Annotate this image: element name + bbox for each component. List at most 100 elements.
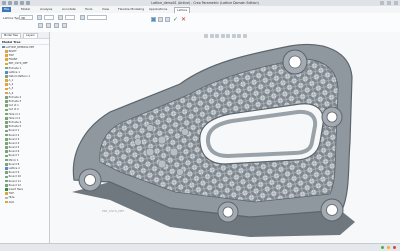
tab-layers[interactable]: Layers xyxy=(23,33,38,38)
tab-view[interactable]: View xyxy=(100,7,111,12)
reference-field[interactable] xyxy=(87,15,107,20)
tab-file[interactable]: File xyxy=(2,7,12,12)
window-title: Lattice_demo01 (Active) - Creo Parametri… xyxy=(151,0,259,5)
preview-icon[interactable] xyxy=(158,17,163,22)
spin-center-icon[interactable] xyxy=(242,34,247,38)
feature-icon xyxy=(5,154,8,158)
window-controls xyxy=(380,1,398,5)
feature-icon xyxy=(5,58,8,61)
tree-item-label: A_1 xyxy=(8,79,14,83)
feature-icon xyxy=(5,192,8,195)
undo-icon[interactable] xyxy=(20,1,24,5)
tree-item-label: Round 11 xyxy=(8,179,21,183)
tree-root-label: LATTICE_DEMO01.PRT xyxy=(5,45,35,49)
tab-analysis[interactable]: Analysis xyxy=(38,7,54,12)
feature-icon xyxy=(5,179,8,183)
tree-item-label: Hide xyxy=(8,196,15,200)
boss-hole-top-right xyxy=(282,49,308,75)
close-icon[interactable] xyxy=(394,1,398,5)
model-tree-panel: Model Tree Layers Model Tree LATTICE_DEM… xyxy=(0,32,50,243)
zoom-in-icon[interactable] xyxy=(209,34,214,38)
pause-icon[interactable] xyxy=(151,17,156,22)
display-style-icon[interactable] xyxy=(231,34,236,38)
status-green-icon xyxy=(381,245,384,249)
tree-item-label: A_4 xyxy=(8,91,14,95)
sidebar-tabs: Model Tree Layers xyxy=(0,32,49,39)
tree-item-label: TOP xyxy=(8,53,14,57)
beam-icon[interactable] xyxy=(58,15,63,20)
feature-icon xyxy=(5,96,8,99)
lattice-cell-icon[interactable] xyxy=(37,15,42,20)
tab-annotate[interactable]: Annotate xyxy=(60,7,78,12)
feature-icon xyxy=(5,121,8,124)
tree-item-label: Lattice 2 xyxy=(8,167,20,171)
maximize-icon[interactable] xyxy=(387,1,391,5)
tab-flexible-modeling[interactable]: Flexible Modeling xyxy=(116,7,146,12)
boss-hole-bottom-right xyxy=(320,198,344,222)
tree-item-label: Cut id 2 xyxy=(8,108,19,112)
tab-model[interactable]: Model xyxy=(19,7,32,12)
feature-icon xyxy=(5,54,8,57)
saved-views-icon[interactable] xyxy=(226,34,230,38)
feature-icon xyxy=(5,91,8,95)
tab-tools[interactable]: Tools xyxy=(83,7,94,12)
zoom-out-icon[interactable] xyxy=(215,34,219,38)
cancel-button[interactable]: ✕ xyxy=(181,16,186,23)
tree-item-label: Round 12 xyxy=(8,183,21,187)
status-red-icon xyxy=(393,245,396,249)
beam-thickness-field[interactable] xyxy=(65,15,75,20)
tree-item-label: Lattice 1 xyxy=(8,70,20,74)
feature-icon xyxy=(5,83,8,87)
feature-icon xyxy=(5,112,8,116)
feature-icon xyxy=(5,75,8,78)
feature-icon xyxy=(5,188,8,191)
tree-item-label: A_3 xyxy=(8,87,14,91)
new-icon[interactable] xyxy=(2,1,6,5)
tree-item-label: Cut id 1 xyxy=(8,104,19,108)
tree-item[interactable]: AQ2 xyxy=(2,200,49,204)
tree-item-label: Extrude 4 xyxy=(8,120,22,124)
cell-size-field[interactable] xyxy=(44,15,54,20)
feature-icon xyxy=(5,116,8,120)
skin-icon[interactable] xyxy=(80,15,85,20)
boss-hole-bottom-middle xyxy=(217,201,239,223)
feature-icon xyxy=(5,158,8,162)
tab-model-tree[interactable]: Model Tree xyxy=(1,33,22,38)
model-tree: LATTICE_DEMO01.PRT RIGHT TOP FRONT PRT_CSYS… xyxy=(0,45,49,204)
tree-item-label: A_2 xyxy=(8,83,14,87)
feature-icon xyxy=(5,79,8,82)
feature-icon xyxy=(5,171,8,175)
redo-icon[interactable] xyxy=(26,1,30,5)
options-tab-icon[interactable] xyxy=(46,23,51,28)
feature-icon xyxy=(5,142,8,145)
tree-item-label: AQ2 xyxy=(8,200,15,204)
save-icon[interactable] xyxy=(14,1,18,5)
properties-tab-icon[interactable] xyxy=(54,23,59,28)
tree-item-label: Hole id 1 xyxy=(8,112,21,116)
tree-item-label: Hole id 2 xyxy=(8,116,21,120)
references-tab-icon[interactable] xyxy=(38,23,43,28)
refit-icon[interactable] xyxy=(204,34,208,38)
minimize-icon[interactable] xyxy=(380,1,384,5)
feature-icon xyxy=(5,108,8,112)
feature-icon xyxy=(5,87,8,91)
tree-item-label: Mirror 1 xyxy=(8,158,19,162)
graphics-area[interactable]: PRT_CSYS_DEF xyxy=(50,32,400,243)
feature-icon xyxy=(5,196,8,200)
lattice-type-select[interactable]: 3D xyxy=(19,15,33,20)
simplified-rep-icon[interactable] xyxy=(62,23,67,28)
tree-item-label: Extrude 2 xyxy=(8,95,22,99)
datum-display-icon[interactable] xyxy=(237,34,241,38)
tab-applications[interactable]: Applications xyxy=(147,7,169,12)
open-icon[interactable] xyxy=(8,1,12,5)
ok-button[interactable]: ✓ xyxy=(173,16,178,23)
graphics-toolbar xyxy=(204,34,247,38)
feature-icon xyxy=(5,100,8,103)
tree-item-label: Extrude 5 xyxy=(8,125,22,129)
verify-icon[interactable] xyxy=(165,17,170,22)
feature-icon xyxy=(5,49,8,53)
feature-icon xyxy=(5,62,8,66)
feature-icon xyxy=(5,66,8,70)
repaint-icon[interactable] xyxy=(220,34,225,38)
boss-hole-right xyxy=(321,106,343,128)
